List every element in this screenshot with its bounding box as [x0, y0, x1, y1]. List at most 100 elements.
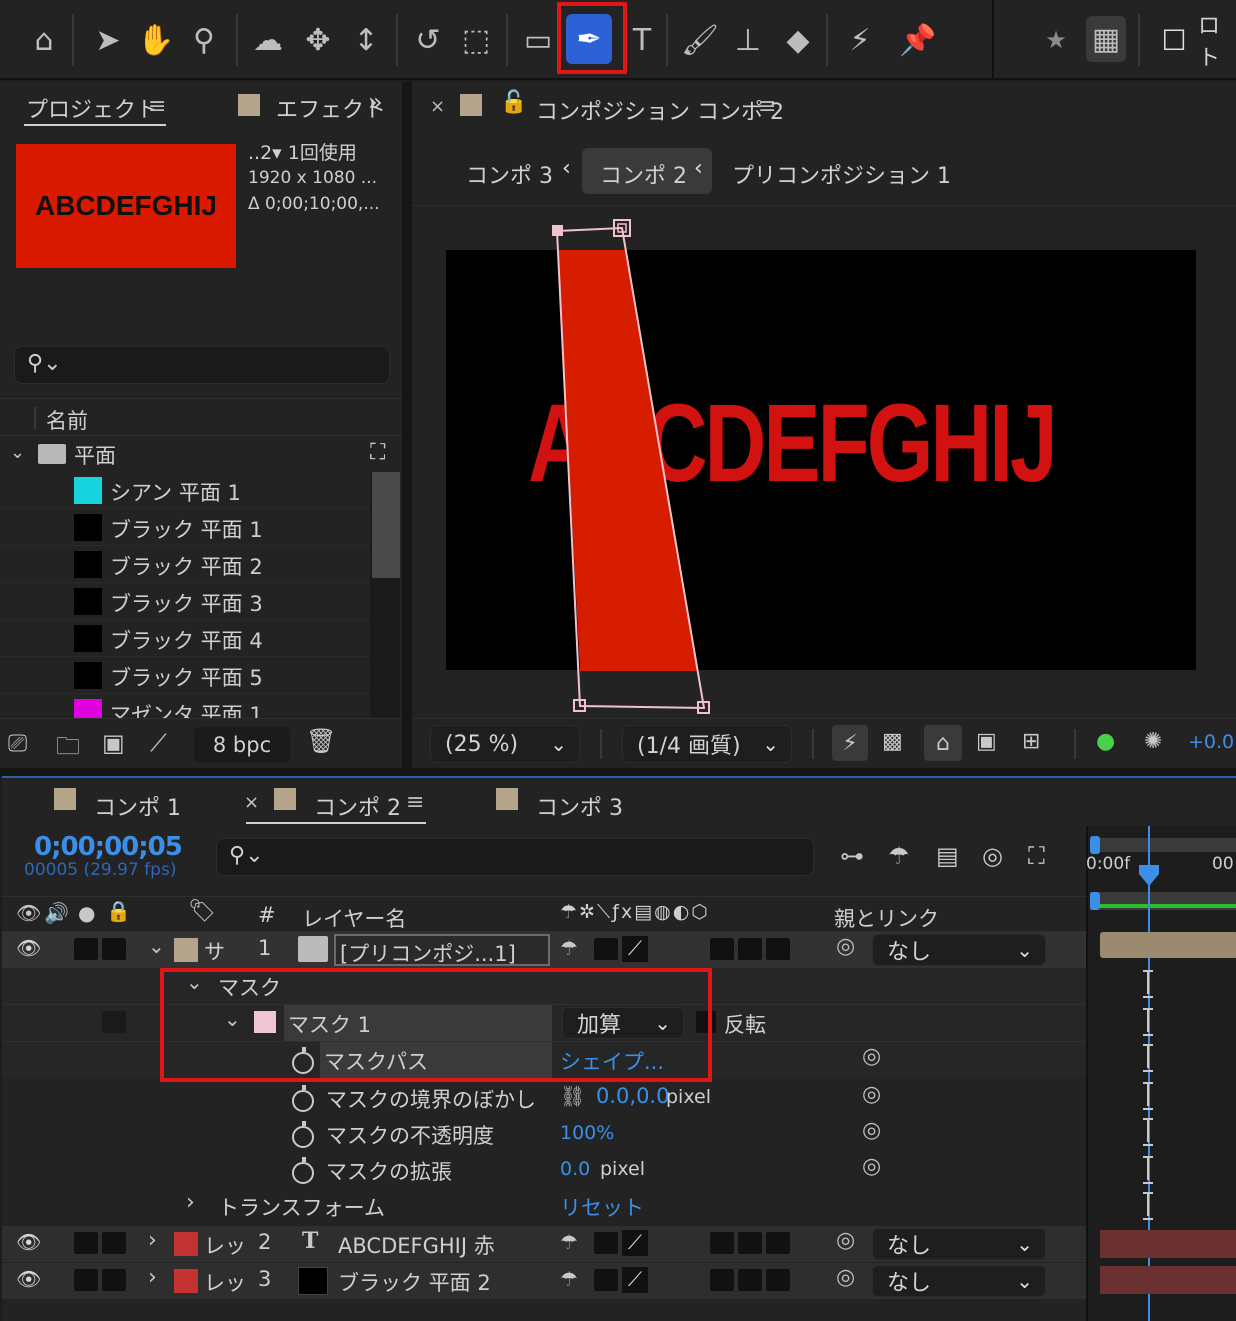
- adjustment-switch[interactable]: [766, 1232, 790, 1254]
- new-folder-icon[interactable]: 🗀: [56, 729, 80, 770]
- layer-name[interactable]: ABCDEFGHIJ 赤: [338, 1230, 495, 1260]
- keyframe-marker[interactable]: [1143, 1156, 1153, 1184]
- feather-icon[interactable]: ⟋: [150, 729, 167, 757]
- zoom-tool-icon[interactable]: ⚲: [184, 18, 224, 62]
- layer-search-input[interactable]: ⚲⌄: [216, 838, 814, 876]
- project-item-row[interactable]: ブラック 平面 2: [0, 546, 370, 583]
- work-area-handle[interactable]: [1090, 892, 1100, 910]
- project-item-row[interactable]: シアン 平面 1: [0, 472, 370, 509]
- checkbox-icon[interactable]: ☐: [1154, 18, 1194, 62]
- motion-blur-icon[interactable]: ◎: [982, 842, 1003, 870]
- mask-lock-switch[interactable]: [102, 1011, 126, 1033]
- flowchart-icon[interactable]: ⛶: [370, 440, 385, 465]
- column-name[interactable]: 名前: [46, 405, 88, 435]
- selection-tool-icon[interactable]: ➤: [88, 18, 128, 62]
- panel-menu-icon[interactable]: ≡: [406, 790, 424, 815]
- mask-visibility-icon[interactable]: ⌂: [924, 725, 962, 761]
- collapse-switch[interactable]: [594, 1232, 618, 1254]
- project-item-row[interactable]: ブラック 平面 3: [0, 583, 370, 620]
- star-icon[interactable]: ★: [1036, 18, 1076, 62]
- panel-divider[interactable]: [0, 768, 1236, 776]
- layer-1-bar[interactable]: [1100, 932, 1236, 958]
- mask-feather-row[interactable]: マスクの境界のぼかし ⛓ 0.0,0.0 pixel ◎: [2, 1080, 1086, 1116]
- timecode[interactable]: 0;00;00;05: [34, 832, 183, 862]
- layer-label-color[interactable]: [174, 938, 198, 962]
- interpret-footage-icon[interactable]: ⎚: [8, 729, 27, 757]
- column-layer-name[interactable]: レイヤー名: [302, 903, 406, 933]
- playhead-icon[interactable]: [1138, 864, 1160, 888]
- dolly-camera-icon[interactable]: ↕: [346, 18, 386, 62]
- solo-switch[interactable]: [74, 1232, 98, 1254]
- lock-switch[interactable]: [102, 1269, 126, 1291]
- layer-name[interactable]: ブラック 平面 2: [338, 1267, 491, 1297]
- rotate-tool-icon[interactable]: ↺: [408, 18, 448, 62]
- lock-switch[interactable]: [102, 938, 126, 960]
- mask-expansion-row[interactable]: マスクの拡張 0.0 pixel ◎: [2, 1152, 1086, 1188]
- expression-pickwhip-icon[interactable]: ◎: [862, 1044, 881, 1069]
- scrollbar-thumb[interactable]: [372, 472, 400, 578]
- shy-layers-icon[interactable]: ☂: [888, 842, 910, 870]
- motion-blur-switch[interactable]: [738, 1232, 762, 1254]
- quality-switch[interactable]: ⟋: [622, 1230, 648, 1256]
- project-item-row[interactable]: ブラック 平面 1: [0, 509, 370, 546]
- expression-pickwhip-icon[interactable]: ◎: [862, 1118, 881, 1143]
- solo-switch[interactable]: [74, 938, 98, 960]
- feather-value[interactable]: 0.0,0.0: [596, 1084, 669, 1108]
- keyframe-marker[interactable]: [1143, 970, 1153, 998]
- project-item-row[interactable]: マゼンタ 平面 1: [0, 694, 370, 718]
- resolution-dropdown[interactable]: (1/4 画質) ⌄: [622, 725, 792, 763]
- lock-icon[interactable]: 🔒: [106, 899, 131, 923]
- tab-comp3[interactable]: コンポ 3: [536, 790, 623, 822]
- panel-divider[interactable]: [402, 82, 412, 768]
- layer-row-1[interactable]: 👁 ⌄ サ 1 [プリコンポジ...1] ☂ ⟋ ◎ なし ⌄: [2, 932, 1086, 968]
- mask-overlay[interactable]: [412, 82, 1236, 768]
- time-ruler-area[interactable]: 0:00f 00: [1086, 826, 1236, 1321]
- column-hash[interactable]: #: [258, 903, 276, 927]
- tab-comp2[interactable]: コンポ 2: [314, 790, 401, 822]
- keyframe-marker[interactable]: [1143, 1118, 1153, 1146]
- exposure-value[interactable]: +0.0: [1188, 731, 1234, 753]
- layer-label-color[interactable]: [174, 1269, 198, 1293]
- quality-switch[interactable]: ⟋: [622, 936, 648, 962]
- stopwatch-icon[interactable]: [292, 1085, 314, 1112]
- region-of-interest-icon[interactable]: ▣: [976, 729, 997, 754]
- work-area-bar[interactable]: [1092, 838, 1236, 852]
- reset-exposure-icon[interactable]: ✺: [1144, 729, 1162, 754]
- tab-project[interactable]: プロジェクト: [26, 92, 158, 124]
- chevron-right-icon[interactable]: ›: [186, 1190, 195, 1215]
- column-parent-link[interactable]: 親とリンク: [834, 903, 939, 933]
- stopwatch-icon[interactable]: [292, 1157, 314, 1184]
- scrollbar-track[interactable]: [370, 472, 400, 718]
- layer-2-bar[interactable]: [1100, 1230, 1236, 1258]
- tab-comp1[interactable]: コンポ 1: [94, 790, 181, 822]
- transform-reset[interactable]: リセット: [560, 1192, 644, 1222]
- expression-pickwhip-icon[interactable]: ◎: [862, 1154, 881, 1179]
- panel-menu-icon[interactable]: ≡: [148, 94, 166, 119]
- adjustment-switch[interactable]: [766, 938, 790, 960]
- solo-icon[interactable]: ●: [78, 901, 95, 925]
- keyframe-marker[interactable]: [1143, 1008, 1153, 1036]
- fast-preview-icon[interactable]: ⚡: [832, 725, 868, 761]
- layer-name-field[interactable]: [プリコンポジ...1]: [334, 934, 550, 966]
- expansion-value[interactable]: 0.0: [560, 1158, 590, 1180]
- constrain-link-icon[interactable]: ⛓: [560, 1084, 585, 1108]
- motion-blur-switch[interactable]: [738, 938, 762, 960]
- new-comp-icon[interactable]: ▣: [102, 729, 125, 757]
- pick-whip-icon[interactable]: ◎: [836, 1265, 855, 1290]
- pan-camera-icon[interactable]: ✥: [298, 18, 338, 62]
- collapse-switch[interactable]: [594, 1269, 618, 1291]
- chevron-down-icon[interactable]: ⌄: [10, 442, 25, 463]
- shy-switch-icon[interactable]: ☂: [560, 936, 578, 960]
- chevron-down-icon[interactable]: ⌄: [148, 934, 165, 958]
- trash-icon[interactable]: 🗑: [306, 727, 336, 755]
- pick-whip-icon[interactable]: ◎: [836, 934, 855, 959]
- shy-switch-icon[interactable]: ☂: [560, 1267, 578, 1291]
- orbit-camera-icon[interactable]: ☁: [248, 18, 288, 62]
- project-search-input[interactable]: ⚲⌄: [14, 346, 390, 384]
- home-icon[interactable]: ⌂: [24, 18, 64, 62]
- composition-flowchart-icon[interactable]: ⊶: [840, 842, 864, 870]
- stopwatch-icon[interactable]: [292, 1121, 314, 1148]
- snapping-icon[interactable]: ▦: [1086, 16, 1126, 62]
- roto-brush-icon[interactable]: ⚡: [840, 18, 880, 62]
- hand-tool-icon[interactable]: ✋: [136, 18, 176, 62]
